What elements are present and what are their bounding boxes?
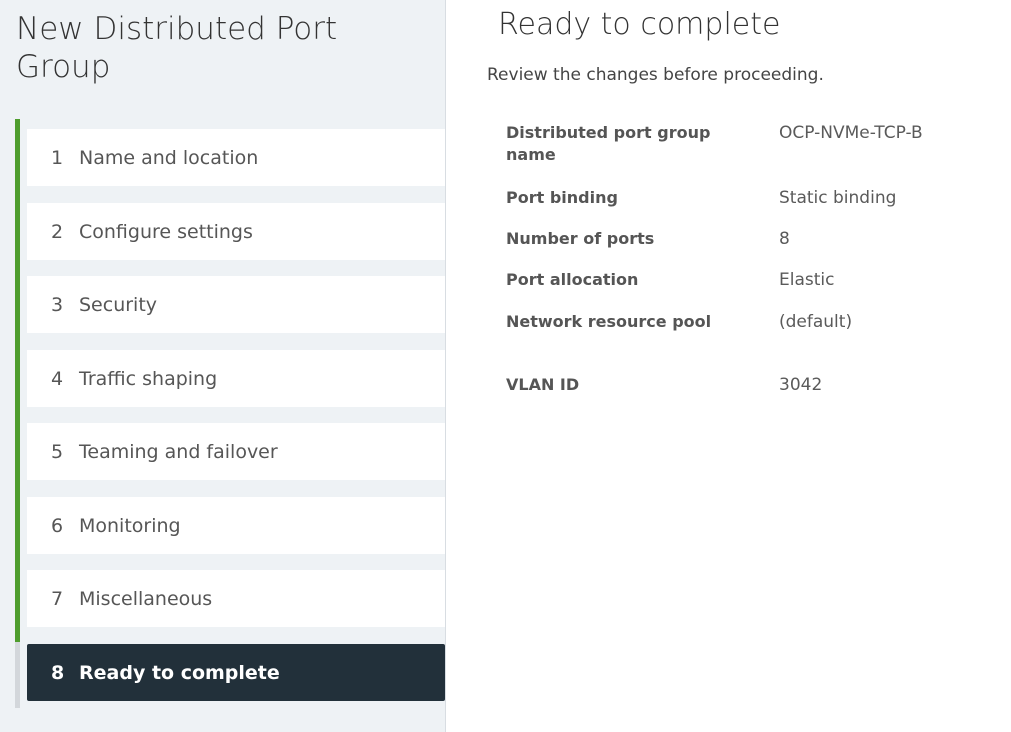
step-label: Security bbox=[79, 293, 158, 316]
summary-label: Port binding bbox=[506, 188, 618, 207]
summary-label: VLAN ID bbox=[506, 375, 580, 394]
step-name-and-location[interactable]: 1 Name and location bbox=[27, 129, 445, 186]
progress-fill bbox=[15, 119, 20, 642]
step-security[interactable]: 3 Security bbox=[27, 276, 445, 333]
step-number: 1 bbox=[51, 146, 64, 169]
wizard-content: Ready to complete Review the changes bef… bbox=[446, 0, 1011, 732]
summary-row-port-group-name: Distributed port group name OCP-NVMe-TCP… bbox=[506, 122, 996, 166]
progress-track bbox=[15, 119, 20, 708]
step-configure-settings[interactable]: 2 Configure settings bbox=[27, 203, 445, 260]
step-teaming-and-failover[interactable]: 5 Teaming and failover bbox=[27, 423, 445, 480]
summary-row-network-resource-pool: Network resource pool (default) bbox=[506, 311, 996, 333]
step-label: Miscellaneous bbox=[79, 587, 213, 610]
summary-value: 3042 bbox=[779, 375, 823, 395]
step-number: 4 bbox=[51, 367, 64, 390]
summary-label: Distributed port group name bbox=[506, 123, 711, 164]
step-number: 5 bbox=[51, 440, 64, 463]
step-number: 7 bbox=[51, 587, 64, 610]
wizard-navigation: New Distributed Port Group 1 Name and lo… bbox=[0, 0, 446, 732]
step-label: Ready to complete bbox=[79, 661, 280, 684]
summary-row-number-of-ports: Number of ports 8 bbox=[506, 228, 996, 250]
summary-value: Elastic bbox=[779, 270, 835, 290]
summary-value: (default) bbox=[779, 312, 853, 332]
summary-row-vlan-id: VLAN ID 3042 bbox=[506, 374, 996, 396]
summary-value: OCP-NVMe-TCP-B bbox=[779, 123, 923, 143]
step-label: Name and location bbox=[79, 146, 259, 169]
summary-label: Network resource pool bbox=[506, 312, 712, 331]
step-ready-to-complete[interactable]: 8 Ready to complete bbox=[27, 644, 445, 701]
step-label: Monitoring bbox=[79, 514, 181, 537]
summary-value: Static binding bbox=[779, 188, 897, 208]
wizard-title: New Distributed Port Group bbox=[16, 11, 338, 85]
page-subtitle: Review the changes before proceeding. bbox=[487, 65, 824, 85]
step-number: 8 bbox=[51, 661, 65, 684]
step-number: 3 bbox=[51, 293, 64, 316]
step-traffic-shaping[interactable]: 4 Traffic shaping bbox=[27, 350, 445, 407]
wizard-dialog: New Distributed Port Group 1 Name and lo… bbox=[0, 0, 1011, 732]
step-miscellaneous[interactable]: 7 Miscellaneous bbox=[27, 570, 445, 627]
summary-row-port-allocation: Port allocation Elastic bbox=[506, 269, 996, 291]
step-label: Traffic shaping bbox=[79, 367, 218, 390]
page-title: Ready to complete bbox=[498, 7, 781, 42]
step-label: Teaming and failover bbox=[79, 440, 278, 463]
summary-row-port-binding: Port binding Static binding bbox=[506, 187, 996, 209]
summary-value: 8 bbox=[779, 229, 790, 249]
step-number: 6 bbox=[51, 514, 64, 537]
step-monitoring[interactable]: 6 Monitoring bbox=[27, 497, 445, 554]
step-label: Configure settings bbox=[79, 220, 253, 243]
summary-label: Port allocation bbox=[506, 270, 639, 289]
step-number: 2 bbox=[51, 220, 64, 243]
summary-label: Number of ports bbox=[506, 229, 655, 248]
